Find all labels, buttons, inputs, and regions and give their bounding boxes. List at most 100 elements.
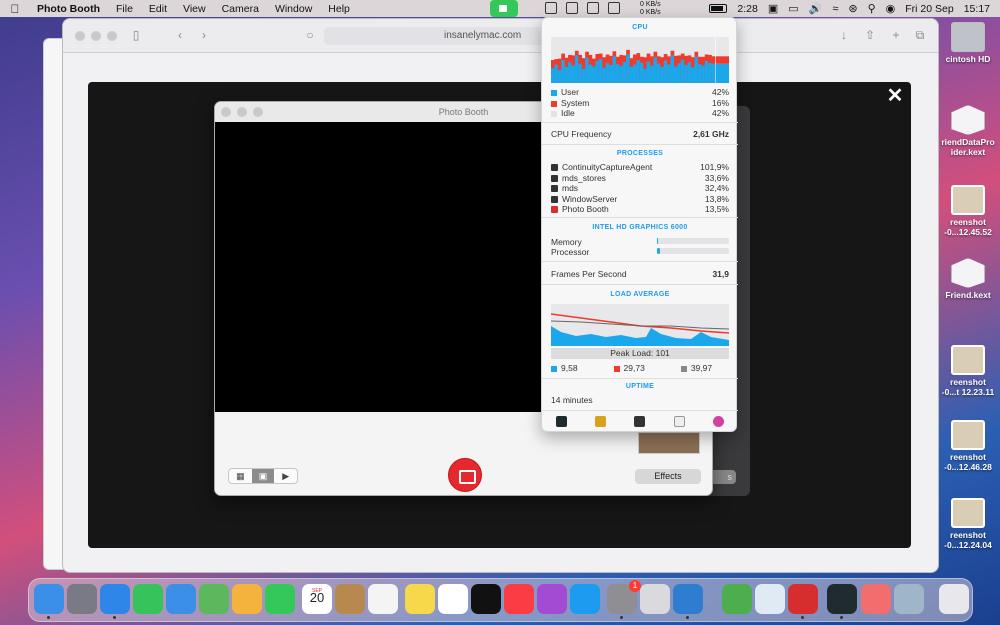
- menu-window[interactable]: Window: [268, 3, 321, 15]
- sidebar-icon[interactable]: ▯: [129, 29, 143, 41]
- desktop-icon-shot[interactable]: reenshot -0...12.45.52: [936, 185, 1000, 237]
- cpu-user-bar: [568, 62, 572, 83]
- siri-icon[interactable]: ◉: [886, 2, 896, 15]
- boost-icon[interactable]: [755, 584, 785, 614]
- cpu-user-bar: [708, 62, 712, 83]
- menu-file[interactable]: File: [109, 3, 142, 15]
- app-menu[interactable]: Photo Booth: [30, 3, 109, 15]
- network-readout[interactable]: 0 KB/s 0 KB/s: [640, 1, 661, 16]
- notes-icon[interactable]: [405, 584, 435, 614]
- share-icon[interactable]: ⇧: [863, 29, 877, 41]
- downloads-icon[interactable]: ↓: [837, 29, 851, 41]
- music-icon[interactable]: [504, 584, 534, 614]
- memory-stat-icon[interactable]: [587, 2, 599, 14]
- cpu-user-bar: [667, 64, 671, 83]
- intel-power-gadget-icon[interactable]: [673, 584, 703, 619]
- cpu-history-chart: [551, 37, 729, 83]
- menu-view[interactable]: View: [176, 3, 215, 15]
- terminal-icon[interactable]: [634, 416, 646, 427]
- camera-in-use-indicator[interactable]: [490, 0, 518, 17]
- desktop-icon-shot[interactable]: reenshot -0...12.24.04: [936, 498, 1000, 550]
- battery-time[interactable]: 2:28: [737, 3, 757, 15]
- facetime-icon[interactable]: [265, 584, 295, 614]
- freeform-icon[interactable]: [438, 584, 468, 614]
- gpu-memory-bar: [657, 238, 729, 244]
- messages-icon[interactable]: [133, 584, 163, 614]
- process-row[interactable]: mds_stores 33,6%: [551, 173, 729, 183]
- process-row[interactable]: mds 32,4%: [551, 183, 729, 193]
- display-icon[interactable]: ▭: [788, 2, 798, 15]
- running-indicator: [801, 616, 804, 619]
- desktop-icon-shot[interactable]: reenshot -0...12.46.28: [936, 420, 1000, 472]
- process-row[interactable]: ContinuityCaptureAgent 101,9%: [551, 162, 729, 172]
- zoom-button[interactable]: [107, 31, 117, 41]
- activity-monitor-icon[interactable]: [827, 584, 857, 619]
- menubar-date[interactable]: Fri 20 Sep: [905, 3, 953, 15]
- battery-icon[interactable]: [709, 4, 728, 13]
- back-icon[interactable]: ‹: [173, 29, 187, 41]
- desktop-icon-shot[interactable]: reenshot -0...t 12.23.11: [936, 345, 1000, 397]
- cpu-user-bar: [615, 64, 620, 83]
- photo-booth-icon[interactable]: [788, 584, 818, 619]
- launchpad-icon[interactable]: [67, 584, 97, 614]
- reminders-icon[interactable]: [368, 584, 398, 614]
- activity-monitor-green-icon[interactable]: [722, 584, 752, 614]
- volume-icon[interactable]: 🔊: [809, 2, 823, 15]
- desktop-icon-disk[interactable]: cintosh HD: [936, 22, 1000, 64]
- wifi-icon[interactable]: ≈: [832, 3, 838, 15]
- gpu-stat-icon[interactable]: [566, 2, 578, 14]
- cpu-user-bar: [551, 68, 555, 83]
- search-icon[interactable]: ⚲: [868, 2, 876, 15]
- process-row[interactable]: Photo Booth 13,5%: [551, 204, 729, 214]
- tab-overview-icon[interactable]: ⧉: [913, 29, 927, 41]
- console-icon[interactable]: [595, 416, 607, 427]
- zoom-button[interactable]: [253, 107, 263, 117]
- effects-button[interactable]: Effects: [635, 469, 701, 484]
- apple-menu-icon[interactable]: : [0, 2, 30, 16]
- system-info-icon[interactable]: [673, 416, 685, 427]
- four-up-mode-icon[interactable]: ▦: [229, 469, 252, 483]
- cpu-user-bar: [588, 64, 593, 83]
- system-settings-icon[interactable]: 1: [607, 580, 641, 619]
- video-mode-icon[interactable]: ▶: [274, 469, 297, 483]
- safari-icon[interactable]: [100, 584, 130, 619]
- process-row[interactable]: WindowServer 13,8%: [551, 194, 729, 204]
- privacy-icon[interactable]: ○: [303, 29, 317, 41]
- take-photo-button[interactable]: [448, 458, 482, 492]
- mail-icon[interactable]: [166, 584, 196, 614]
- new-tab-icon[interactable]: +: [889, 29, 903, 41]
- close-overlay-icon[interactable]: ✕: [884, 86, 906, 106]
- photos-icon[interactable]: [232, 584, 262, 614]
- photo-thumbnail[interactable]: [638, 432, 700, 454]
- finder-icon[interactable]: [34, 584, 64, 619]
- running-indicator: [840, 616, 843, 619]
- cpu-stat-icon[interactable]: [545, 2, 557, 14]
- minimize-button[interactable]: [237, 107, 247, 117]
- desktop-icon-kext[interactable]: Friend.kext: [936, 258, 1000, 300]
- menu-edit[interactable]: Edit: [142, 3, 176, 15]
- podcasts-icon[interactable]: [537, 584, 567, 614]
- menubar-clock[interactable]: 15:17: [964, 3, 990, 15]
- preview-icon[interactable]: [894, 584, 924, 614]
- menu-help[interactable]: Help: [321, 3, 359, 15]
- maps-icon[interactable]: [199, 584, 229, 614]
- preferences-icon[interactable]: [712, 416, 724, 427]
- desktop-icon-kext[interactable]: riendDataPro ider.kext: [936, 105, 1000, 157]
- close-button[interactable]: [75, 31, 85, 41]
- calendar-icon[interactable]: SEP 20: [302, 584, 332, 614]
- control-center-icon[interactable]: ▣: [768, 2, 778, 15]
- menu-camera[interactable]: Camera: [215, 3, 268, 15]
- tv-icon[interactable]: [471, 584, 501, 614]
- bluetooth-icon[interactable]: ⊛: [848, 2, 857, 15]
- activity-monitor-icon[interactable]: [556, 416, 568, 427]
- disk-stat-icon[interactable]: [608, 2, 620, 14]
- minimize-button[interactable]: [91, 31, 101, 41]
- trash-icon[interactable]: [939, 584, 969, 614]
- pages-like-icon[interactable]: [861, 584, 891, 614]
- app-store-icon[interactable]: [570, 584, 600, 614]
- close-button[interactable]: [221, 107, 231, 117]
- contacts-icon[interactable]: [335, 584, 365, 614]
- iphone-mirroring-icon[interactable]: [640, 584, 670, 614]
- forward-icon[interactable]: ›: [197, 29, 211, 41]
- single-photo-mode-icon[interactable]: ▣: [251, 469, 275, 483]
